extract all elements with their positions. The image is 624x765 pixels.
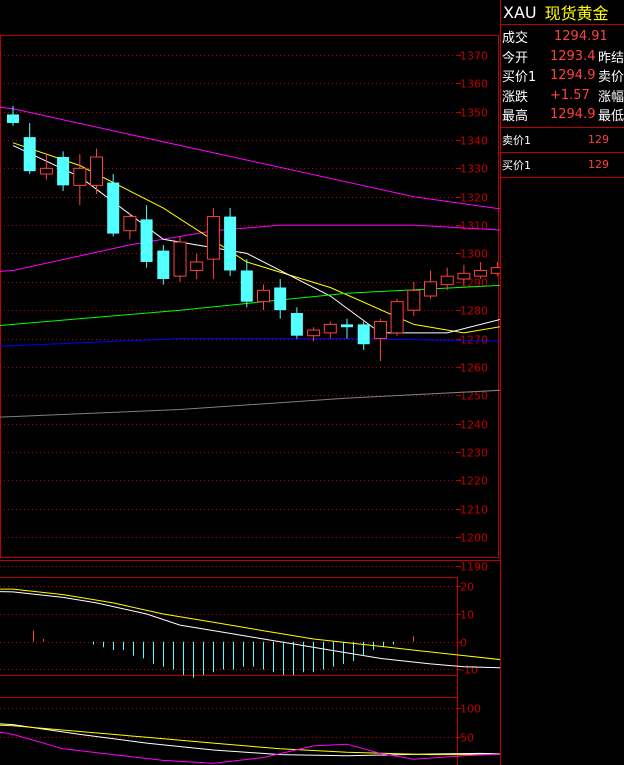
y-tick-label: 1260 [460, 362, 488, 375]
y-tick-label: 1320 [460, 192, 488, 205]
quote-title: XAU 现货黄金 [501, 0, 624, 25]
candle-body [206, 216, 220, 260]
quote-label: 今开 [502, 50, 529, 66]
sell-value: 129 [588, 133, 609, 146]
quote-label: 涨跌 [502, 89, 529, 105]
buy-value: 129 [588, 158, 609, 171]
quote-table: 成交 1294.91 今开 1293.4 昨结 买价1 1294.9 卖价 涨跌… [501, 25, 624, 128]
y-tick-label: 1340 [460, 135, 488, 148]
candle-body [90, 156, 103, 186]
y-tick-label: 1310 [460, 220, 488, 233]
candle-body [140, 219, 153, 262]
buy-label: 买价1 [502, 158, 531, 172]
candle-body [107, 182, 120, 234]
y-tick-label: 20 [460, 581, 474, 594]
y-tick-label: 1300 [460, 248, 488, 261]
symbol-code: XAU [503, 2, 537, 22]
quote-value: 1294.9 [549, 68, 596, 84]
quote-label-2: 最低 [597, 109, 624, 125]
quote-label: 最高 [502, 109, 529, 125]
quote-value: +1.57 [549, 87, 590, 103]
quote-value: 1294.9 [549, 107, 596, 123]
quote-row-bid: 买价1 1294.9 卖价 [501, 66, 624, 86]
quote-row-open: 今开 1293.4 昨结 [501, 47, 624, 67]
quote-label-2: 昨结 [597, 50, 624, 66]
candle-body [373, 321, 387, 340]
sell-label: 卖价1 [502, 133, 531, 147]
candle-body [490, 267, 500, 274]
candle-body [23, 137, 36, 172]
y-tick-label: 1360 [460, 78, 488, 91]
y-tick-label: 1230 [460, 447, 488, 460]
candle-body [157, 250, 170, 279]
quote-row-last: 成交 1294.91 [501, 27, 624, 47]
candle-body [57, 156, 70, 186]
candle-body [173, 241, 187, 277]
y-tick-label: 1280 [460, 305, 488, 318]
candle-body [190, 261, 204, 271]
candle-body [7, 114, 19, 123]
y-tick-label: 1200 [460, 532, 488, 545]
candle-body [390, 301, 404, 334]
candle-body [440, 275, 454, 286]
y-tick-label: 100 [460, 703, 481, 716]
indicator-line [0, 338, 500, 347]
candle-body [307, 329, 321, 337]
candle-body [457, 272, 471, 280]
candle-body [341, 324, 353, 328]
candle-body [274, 287, 287, 311]
quote-value: 1293.4 [549, 48, 596, 64]
candle-body [257, 289, 270, 303]
chart-area: 1370 1360 1350 1340 1330 1320 1310 1300 1290 1280… [0, 0, 500, 765]
y-tick-label: 1350 [460, 107, 488, 120]
candle-body [73, 167, 87, 186]
y-tick-label: 50 [460, 732, 474, 745]
y-tick-label: 1210 [460, 504, 488, 517]
y-tick-label: 10 [460, 609, 474, 622]
quote-label-2: 卖价 [597, 70, 624, 86]
candle-body [357, 324, 370, 345]
candle-body [39, 167, 53, 175]
candle-body [224, 216, 237, 271]
candle-body [474, 269, 488, 277]
quote-panel: XAU 现货黄金 成交 1294.91 今开 1293.4 昨结 买价1 129… [500, 0, 624, 765]
y-tick-label: 1220 [460, 475, 488, 488]
candle-body [323, 323, 337, 334]
candle-body [123, 216, 137, 232]
quote-row-high: 最高 1294.9 最低 [501, 105, 624, 125]
price-chart-svg: 1370136013501340133013201310130012901280… [0, 35, 500, 765]
y-tick-label: 1370 [460, 50, 488, 63]
sell-order-row: 卖价1 129 [501, 128, 624, 153]
quote-label: 买价1 [502, 70, 537, 86]
y-tick-label: 1330 [460, 163, 488, 176]
indicator-line [0, 389, 500, 418]
symbol-name: 现货黄金 [544, 4, 609, 23]
indicator-line [0, 588, 500, 661]
candle-body [290, 313, 303, 336]
y-tick-label: 1270 [460, 334, 488, 347]
candle-body [424, 281, 437, 297]
quote-label: 成交 [502, 31, 529, 47]
y-tick-label: 1240 [460, 419, 488, 432]
quote-row-change: 涨跌 +1.57 涨幅 [501, 86, 624, 106]
y-tick-label: -10 [460, 664, 478, 677]
quote-label-2: 涨幅 [597, 89, 624, 105]
candle-body [240, 270, 253, 302]
buy-order-row: 买价1 129 [501, 153, 624, 178]
y-tick-label: 0 [460, 637, 467, 650]
quote-value: 1294.91 [554, 29, 606, 45]
candle-body [407, 289, 421, 311]
y-tick-label: 1190 [460, 561, 488, 574]
